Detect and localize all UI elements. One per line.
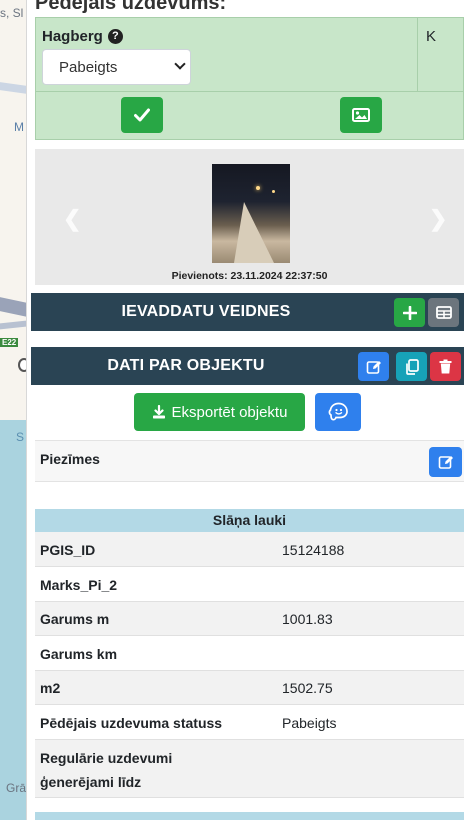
add-image-button[interactable]	[340, 97, 382, 133]
table-row: Regulārie uzdevumi ģenerējami līdz	[35, 740, 464, 798]
export-object-button[interactable]: Eksportēt objektu	[134, 393, 305, 431]
field-key: Marks_Pi_2	[40, 577, 118, 593]
photo-light	[272, 190, 275, 193]
column-header-k: K	[426, 28, 437, 45]
waze-navigate-button[interactable]	[315, 393, 361, 431]
notes-label: Piezīmes	[40, 451, 100, 467]
edit-notes-button[interactable]	[429, 447, 462, 477]
object-photo[interactable]	[212, 164, 290, 263]
edit-object-button[interactable]	[358, 352, 389, 381]
map-water	[0, 420, 26, 820]
table-row: m2 1502.75	[35, 671, 464, 705]
templates-section-header: IEVADDATU VEIDNES	[31, 293, 464, 331]
export-object-label: Eksportēt objektu	[171, 403, 288, 421]
chevron-left-icon[interactable]: ❮	[63, 206, 81, 232]
plus-icon	[402, 305, 417, 320]
map-label: Grā	[6, 781, 27, 795]
photo-carousel: ❮ ❯ Pievienots: 23.11.2024 22:37:50	[35, 149, 464, 285]
layer-fields-table: PGIS_ID 15124188 Marks_Pi_2 Garums m 100…	[35, 532, 464, 798]
status-select[interactable]: Pabeigts	[42, 49, 191, 85]
photo-path	[234, 202, 274, 263]
object-panel: Pēdējais uzdevums: Hagberg ? Pabeigts K …	[31, 0, 464, 820]
status-select-value: Pabeigts	[59, 58, 118, 76]
templates-section-title: IEVADDATU VEIDNES	[121, 303, 291, 320]
field-key: PGIS_ID	[40, 542, 96, 558]
image-icon	[352, 108, 370, 122]
field-key: Garums km	[40, 646, 118, 662]
last-task-title: Pēdējais uzdevums:	[35, 0, 227, 14]
field-value: 15124188	[282, 542, 345, 558]
photo-light	[256, 186, 260, 190]
field-key: Regulārie uzdevumi	[40, 750, 173, 766]
notes-row: Piezīmes	[35, 440, 464, 482]
map-strip[interactable]: s, Sl M E22 S Grā	[0, 0, 27, 820]
object-section-header: DATI PAR OBJEKTU	[31, 347, 464, 385]
templates-table-button[interactable]	[428, 298, 459, 327]
map-road-shield: E22	[0, 338, 19, 347]
copy-object-button[interactable]	[396, 352, 427, 381]
field-value: 1502.75	[282, 680, 333, 696]
chevron-right-icon[interactable]: ❯	[429, 206, 447, 232]
map-marker-icon[interactable]	[18, 358, 26, 372]
field-key: m2	[40, 680, 61, 696]
table-row: Garums m 1001.83	[35, 602, 464, 636]
download-icon	[152, 405, 165, 419]
field-key: Garums m	[40, 611, 110, 627]
map-label: s, Sl	[0, 6, 24, 20]
table-row: PGIS_ID 15124188	[35, 532, 464, 567]
table-row: Marks_Pi_2	[35, 567, 464, 602]
check-icon	[134, 108, 150, 122]
question-circle-icon[interactable]: ?	[107, 29, 123, 44]
field-key: Pēdējais uzdevuma statuss	[40, 715, 223, 731]
assignee: Hagberg ?	[42, 28, 123, 45]
waze-icon	[328, 402, 348, 421]
table-row: Pēdējais uzdevuma statuss Pabeigts	[35, 705, 464, 740]
chevron-down-icon	[174, 58, 186, 70]
layer-fields-header: Slāņa lauki	[35, 509, 464, 532]
add-template-button[interactable]	[394, 298, 425, 327]
last-task-box: Hagberg ? Pabeigts K	[35, 17, 464, 140]
assignee-name: Hagberg	[42, 28, 103, 45]
edit-icon	[438, 456, 453, 469]
copy-icon	[405, 358, 419, 375]
last-task-cell: Hagberg ? Pabeigts	[36, 18, 418, 92]
map-label: M	[14, 120, 24, 134]
table-row: Garums km	[35, 636, 464, 671]
delete-object-button[interactable]	[430, 352, 461, 381]
trash-icon	[439, 359, 452, 374]
field-value: 1001.83	[282, 611, 333, 627]
field-key: ģenerējami līdz	[40, 774, 142, 790]
table-icon	[435, 306, 452, 319]
last-task-cell-k: K	[418, 18, 464, 92]
object-section-title: DATI PAR OBJEKTU	[107, 357, 265, 374]
edit-icon	[366, 360, 381, 374]
confirm-status-button[interactable]	[121, 97, 163, 133]
map-label: S	[16, 430, 25, 444]
next-section-header	[35, 812, 464, 820]
photo-added-date: Pievienots: 23.11.2024 22:37:50	[171, 270, 328, 282]
field-value: Pabeigts	[282, 715, 337, 731]
